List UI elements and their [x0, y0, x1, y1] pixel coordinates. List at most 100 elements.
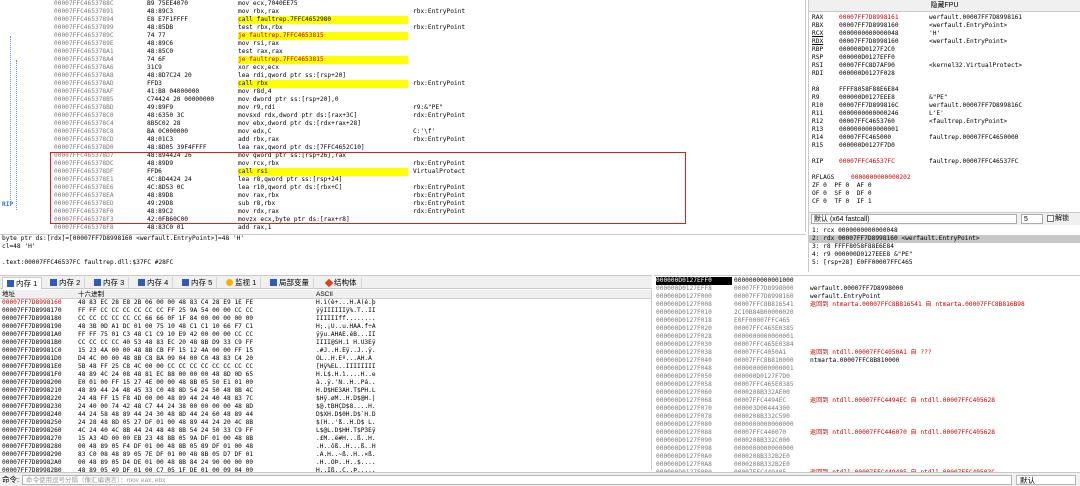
register-value[interactable]: 0000000000000001 [839, 126, 929, 134]
memory-dump-view[interactable]: 地址 十六进制 ASCII 00007FF7D8998160 48 83 EC 2… [0, 290, 652, 486]
disasm-row[interactable]: 00007FFC465378A8 48:8D7C24 20 lea rdi,qwor… [0, 72, 805, 80]
dump-hex[interactable]: D4 4C 00 00 48 8B C8 BA 09 04 00 C0 48 8… [78, 355, 314, 363]
dump-hex[interactable]: 00 48 89 05 D4 DE 01 00 48 8B 84 24 90 0… [78, 459, 314, 467]
call-argument-row[interactable]: 4: r9 000000D0127EEE8 &"PE" [809, 251, 1080, 259]
stack-row[interactable]: 000000D0127F068 00007FFC4494EC 返回到 ntdll.0… [654, 397, 1080, 405]
tab-2[interactable]: 内存 2 [46, 277, 86, 289]
dump-hex[interactable]: E0 01 00 FF 15 27 4E 00 00 48 8B 05 50 E… [78, 379, 314, 387]
register-value[interactable]: 0000000000000048 [839, 30, 929, 38]
dump-ascii[interactable]: $Hÿ.øM..H.D$@H.| [316, 395, 426, 403]
dump-row[interactable]: 00007FF7D89981F0 48 89 4C 24 08 48 81 EC … [0, 371, 651, 379]
stack-row[interactable]: 000000D0127F098 0000000000000000 [654, 445, 1080, 453]
dump-hex[interactable]: 24 48 FF 15 F8 4D 00 00 48 89 44 24 40 4… [78, 395, 314, 403]
tab-4[interactable]: 内存 4 [134, 277, 174, 289]
stack-row[interactable]: 000000D0127F050 000000D0127F7D0 [654, 373, 1080, 381]
dump-ascii[interactable]: à..ÿ.'N..H..Pá.. [316, 379, 426, 387]
dump-hex[interactable]: FF FF CC CC CC CC CC CC FF 25 9A 54 00 0… [78, 307, 314, 315]
disasm-row[interactable]: 00007FFC465378CD 48:01C3 add rbx,rax rbx:En… [0, 136, 805, 144]
register-row[interactable]: R13 0000000000000001 [809, 126, 1080, 134]
register-value[interactable]: 000000D0127F028 [839, 70, 929, 78]
flags-row[interactable]: CF 0 TF 0 IF 1 [809, 198, 1080, 206]
dump-row[interactable]: 00007FF7D8998170 FF FF CC CC CC CC CC CC … [0, 307, 651, 315]
call-argument-row[interactable]: 5: [rsp+28] E0FF00007FFC465 [809, 259, 1080, 267]
dump-hex[interactable]: 24 40 00 74 42 48 C7 44 24 38 00 00 00 0… [78, 403, 314, 411]
stack-view[interactable]: 000000D0127EFF0 0000000000001000 000000D01… [654, 275, 1080, 486]
register-value[interactable]: 00007FFC465000 [839, 134, 929, 142]
stack-value[interactable]: 00007FFC8B816541 [734, 301, 810, 309]
dump-row[interactable]: 00007FF7D8998280 00 48 89 05 F4 DF 01 00 … [0, 443, 651, 451]
stack-value[interactable]: 00007FF7D8998160 [734, 293, 810, 301]
register-row[interactable]: R12 00007FFC4653760 <faultrep.EntryPoint> [809, 118, 1080, 126]
disasm-row[interactable]: 00007FFC4653789E 48:89C6 mov rsi,rax [0, 40, 805, 48]
disasm-row[interactable]: 00007FFC465378C8 BA 0C000000 mov edx,C C:'\… [0, 128, 805, 136]
stack-value[interactable]: 000000D0127F7D0 [734, 373, 810, 381]
tab-5[interactable]: 内存 5 [178, 277, 218, 289]
stack-value[interactable]: 0000208B332B2E0 [734, 453, 810, 461]
register-row[interactable]: R11 0000000000000246 L'E' [809, 110, 1080, 118]
register-value[interactable]: 000000D0127EFF0 [839, 54, 929, 62]
dump-ascii[interactable]: ÔL..H.Èº...ÀH.Ä [316, 355, 426, 363]
dump-header-hex[interactable]: 十六进制 [78, 290, 104, 299]
dump-hex[interactable]: 15 23 4A 00 00 48 8B CB FF 15 12 4A 00 0… [78, 347, 314, 355]
stack-row[interactable]: 000000D0127F028 0000000000000001 [654, 333, 1080, 341]
disasm-row[interactable]: 00007FFC4653789C 74 77 je faultrep.7FFC465… [0, 32, 805, 40]
dump-ascii[interactable]: .H..ôß..H...ß..H [316, 443, 426, 451]
register-row[interactable]: RCX 0000000000000048 'H' [809, 30, 1080, 38]
dump-ascii[interactable]: L$@L.D$HH.T$P3Éÿ [316, 427, 426, 435]
stack-row[interactable]: 000000D0127F0A0 0000208B332B2E0 [654, 453, 1080, 461]
stack-value[interactable]: 00007FF7D8998000 [734, 285, 810, 293]
stack-row[interactable]: 000000D0127F018 E0FF00007FFC465 [654, 317, 1080, 325]
stack-value[interactable]: 00007FFC4494EC [734, 397, 810, 405]
dump-row[interactable]: 00007FF7D8998220 24 48 FF 15 F8 4D 00 00 … [0, 395, 651, 403]
stack-value[interactable]: 0000208B332C000 [734, 437, 810, 445]
flags-row[interactable]: OF 0 SF 0 DF 0 [809, 190, 1080, 198]
register-value[interactable]: 00007FFC46537FC [839, 158, 929, 166]
dump-ascii[interactable]: $(H..'ß..H.D$ L. [316, 419, 426, 427]
stack-row[interactable]: 000000D0127F010 2C10B84B00000020 [654, 309, 1080, 317]
register-value[interactable]: 000000D0127F2C0 [839, 46, 929, 54]
register-row[interactable]: RBP 000000D0127F2C0 [809, 46, 1080, 54]
dump-ascii[interactable]: .#J..H.Ëÿ..J..ÿ. [316, 347, 426, 355]
stack-value[interactable]: 00007FFC446070 [734, 429, 810, 437]
dump-hex[interactable]: 15 A3 4D 00 00 EB 23 48 8B 05 9A DF 01 0… [78, 435, 314, 443]
stack-row[interactable]: 000000D0127F088 00007FFC446070 返回到 ntdll.0… [654, 429, 1080, 437]
call-convention-select[interactable]: 默认 (x64 fastcall) [811, 214, 1017, 224]
register-value[interactable]: 00007FF7D8998160 [839, 22, 929, 30]
disasm-row[interactable]: 00007FFC465378BD 49:89F9 mov r9,rdi r9:&"PE… [0, 104, 805, 112]
stack-row[interactable]: 000000D0127F078 0000208B332C590 [654, 413, 1080, 421]
dump-row[interactable]: 00007FF7D89981A0 FF FF 75 01 C3 48 C1 C9 … [0, 331, 651, 339]
register-row[interactable]: RBX 00007FF7D8998160 <werfault.EntryPoint> [809, 22, 1080, 30]
dump-hex[interactable]: 00 48 89 05 F4 DF 01 00 48 8B 05 89 DF 0… [78, 443, 314, 451]
stack-row[interactable]: 000000D0127F030 00007FFC465E0384 [654, 341, 1080, 349]
stack-value[interactable]: 000003D00444300 [734, 405, 810, 413]
stack-row[interactable]: 000000D0127F0A8 0000208B332B2E0 [654, 461, 1080, 469]
disasm-row[interactable]: 00007FFC465378A4 74 6F je faultrep.7FFC465… [0, 56, 805, 64]
register-value[interactable]: 000000D0127EEE8 [839, 94, 929, 102]
stack-value[interactable]: 0000208B332AE00 [734, 389, 810, 397]
dump-hex[interactable]: CC CC CC CC 40 53 48 83 EC 20 48 8B D9 3… [78, 339, 314, 347]
register-row[interactable]: RDX 00007FF7D8998160 <werfault.EntryPoint> [809, 38, 1080, 46]
stack-row[interactable]: 000000D0127F080 0000000000000000 [654, 421, 1080, 429]
dump-row[interactable]: 00007FF7D89981C0 15 23 4A 00 00 48 8B CB … [0, 347, 651, 355]
dump-ascii[interactable]: D$XH.D$0H.D$`H.D [316, 411, 426, 419]
tab-6[interactable]: 监视 1 [222, 277, 262, 289]
dump-hex[interactable]: 48 3B 0D A1 DC 01 00 75 10 48 C1 C1 10 6… [78, 323, 314, 331]
stack-value[interactable]: 00007FFC465E0384 [734, 341, 810, 349]
stack-row[interactable]: 000000D0127F038 00007FFC4050A1 返回到 ntdll.0… [654, 349, 1080, 357]
call-argument-row[interactable]: 2: rdx 00007FF7D8998160 <werfault.EntryP… [809, 235, 1080, 243]
dump-ascii[interactable]: H.ì(è+...H.Ä(é.þ [316, 299, 426, 307]
flags-row[interactable]: ZF 0 PF 0 AF 0 [809, 182, 1080, 190]
dump-ascii[interactable]: $@.tBHÇD$8....H. [316, 403, 426, 411]
stack-row[interactable]: 000000D0127F058 00007FFC465E0385 [654, 381, 1080, 389]
register-value[interactable]: 0000000000000246 [839, 110, 929, 118]
stack-row[interactable]: 000000D0127F090 0000208B332C000 [654, 437, 1080, 445]
stack-row[interactable]: 000000D0127F020 00007FFC465E0385 [654, 325, 1080, 333]
stack-value[interactable]: 00007FFC465E0385 [734, 381, 810, 389]
dump-hex[interactable]: 48 89 44 24 48 45 33 C0 48 8D 54 24 50 4… [78, 387, 314, 395]
dump-row[interactable]: 00007FF7D8998270 15 A3 4D 00 00 EB 23 48 … [0, 435, 651, 443]
dump-row[interactable]: 00007FF7D8998160 48 83 EC 28 E8 2B 06 00 … [0, 299, 651, 307]
hide-fpu-button[interactable]: 隐藏FPU [809, 0, 1080, 12]
dump-hex[interactable]: 48 83 EC 28 E8 2B 06 00 00 48 83 C4 28 E… [78, 299, 314, 307]
stack-value[interactable]: 00007FFC8B810000 [734, 357, 810, 365]
dump-row[interactable]: 00007FF7D8998240 44 24 58 48 89 44 24 30 … [0, 411, 651, 419]
